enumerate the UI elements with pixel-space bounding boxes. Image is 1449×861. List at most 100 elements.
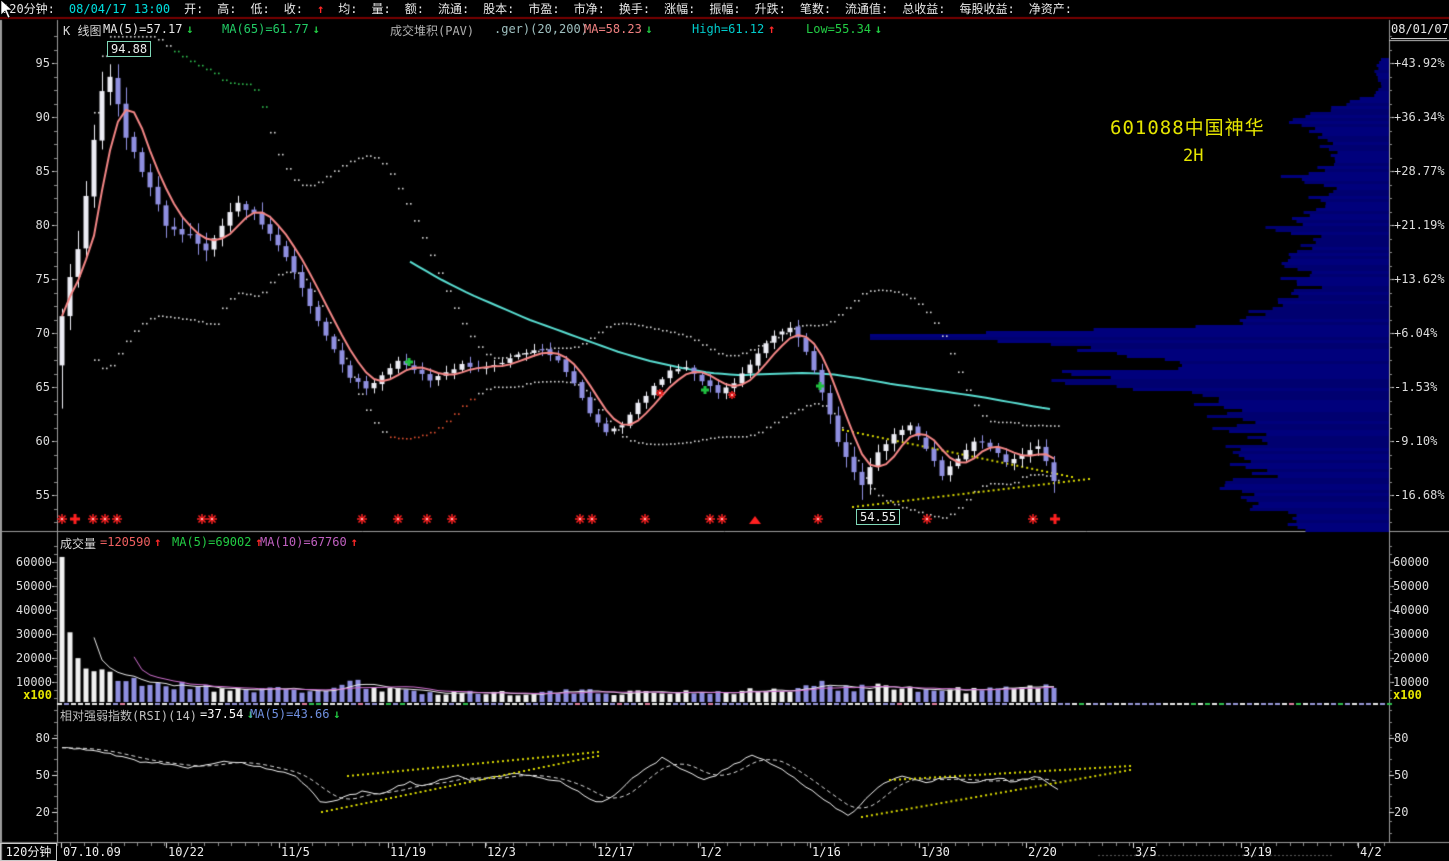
topbar-field: 低: [251, 0, 270, 17]
topbar-field: 涨幅: [664, 0, 695, 17]
price-tick-label: 90 [18, 110, 50, 124]
kline-pane-title: K 线图 [63, 22, 101, 39]
topbar-field: 振幅: [709, 0, 740, 17]
percent-tick-label: -16.68% [1394, 488, 1445, 502]
date-tick-label: 1/30 [921, 845, 950, 859]
date-tick-label: 1/16 [812, 845, 841, 859]
price-tick-label: 80 [18, 218, 50, 232]
percent-tick-label: +36.34% [1394, 110, 1445, 124]
legend-item: MA(10)=67760 [260, 535, 347, 549]
price-tick-label: 55 [18, 488, 50, 502]
legend-item: MA(5)=69002 [172, 535, 251, 549]
rsi-tick-label: 20 [1394, 805, 1408, 819]
legend-item: MA(5)=43.66 [250, 707, 329, 721]
rsi-tick-label: 80 [18, 731, 50, 745]
volume-unit-label: x100 [1393, 688, 1422, 702]
topbar-field: 额: [405, 0, 424, 17]
date-tick-label: 1/2 [700, 845, 722, 859]
volume-tick-label: 40000 [4, 603, 52, 617]
date-tick-label: 07.10.09 [63, 845, 121, 859]
legend-item: =120590 [100, 535, 151, 549]
legend-item: High=61.12 [692, 22, 764, 36]
price-tick-label: 85 [18, 164, 50, 178]
percent-tick-label: +21.19% [1394, 218, 1445, 232]
volume-pane-legend: 成交量=120590↑MA(5)=69002↑MA(10)=67760↑ [0, 535, 1389, 550]
volume-tick-label: 10000 [4, 675, 52, 689]
interval-selector[interactable]: 120分钟 [0, 843, 57, 861]
date-tick-label: 11/5 [281, 845, 310, 859]
down-arrow-icon: ↓ [313, 22, 320, 36]
topbar-field: 市净: [574, 0, 605, 17]
rsi-tick-label: 20 [18, 805, 50, 819]
topbar-field: 股本: [483, 0, 514, 17]
topbar-field: 市盈: [528, 0, 559, 17]
up-arrow-icon: ↑ [768, 22, 775, 36]
legend-item: 相对强弱指数(RSI)(14) [60, 707, 197, 724]
legend-item: .ger)(20,200) [494, 22, 588, 36]
top-info-bar: 120分钟: 08/04/17 13:00 开:高:低:收:↑均:量:额:流通:… [0, 0, 1449, 17]
price-tick-label: 75 [18, 272, 50, 286]
down-arrow-icon: ↓ [186, 22, 193, 36]
volume-tick-label: 50000 [1393, 579, 1429, 593]
legend-item: 成交量 [60, 535, 96, 552]
legend-item: MA=58.23 [584, 22, 642, 36]
volume-tick-label: 40000 [1393, 603, 1429, 617]
price-tick-label: 70 [18, 326, 50, 340]
topbar-field: 流通值: [845, 0, 888, 17]
down-arrow-icon: ↓ [875, 22, 882, 36]
topbar-field: 总收益: [902, 0, 945, 17]
legend-item: 成交堆积(PAV) [390, 22, 474, 39]
close-up-arrow-icon: ↑ [317, 2, 324, 16]
date-tick-label: 2/20 [1028, 845, 1057, 859]
legend-item: MA(5)=57.17 [103, 22, 182, 36]
percent-tick-label: +28.77% [1394, 164, 1445, 178]
topbar-field: 净资产: [1029, 0, 1072, 17]
volume-tick-label: 20000 [1393, 651, 1429, 665]
interval-watermark: 2H [1183, 146, 1203, 166]
date-tick-label: 4/2 [1360, 845, 1382, 859]
low-price-annotation: 54.55 [856, 509, 900, 525]
date-tick-label: 12/3 [487, 845, 516, 859]
legend-item: Low=55.34 [806, 22, 871, 36]
volume-tick-label: 30000 [1393, 627, 1429, 641]
percent-tick-label: -9.10% [1394, 434, 1437, 448]
rsi-tick-label: 50 [1394, 768, 1408, 782]
topbar-field: 每股收益: [960, 0, 1015, 17]
topbar-field: 开: [184, 0, 203, 17]
price-tick-label: 65 [18, 380, 50, 394]
date-tick-label: 12/17 [597, 845, 633, 859]
topbar-field: 笔数: [800, 0, 831, 17]
topbar-field: 升跌: [755, 0, 786, 17]
percent-tick-label: +6.04% [1394, 326, 1437, 340]
volume-unit-label: x100 [4, 688, 52, 702]
main-pane-legend: K 线图 MA(5)=57.17 ↓ MA(65)=61.77 ↓ 成交堆积(PAV).… [0, 22, 1389, 37]
volume-tick-label: 20000 [4, 651, 52, 665]
topbar-field: 高: [217, 0, 236, 17]
symbol-watermark: 601088中国神华 [1110, 113, 1265, 140]
topbar-field: 流通: [438, 0, 469, 17]
legend-item: =37.54 [200, 707, 243, 721]
topbar-field: 收: [284, 0, 303, 17]
date-tick-label: 10/22 [168, 845, 204, 859]
legend-item: MA(65)=61.77 [222, 22, 309, 36]
volume-tick-label: 60000 [1393, 555, 1429, 569]
date-tick-label: 11/19 [390, 845, 426, 859]
price-tick-label: 95 [18, 56, 50, 70]
up-arrow-icon: ↑ [351, 535, 358, 549]
percent-tick-label: -1.53% [1394, 380, 1437, 394]
cursor-icon [0, 0, 18, 20]
up-arrow-icon: ↑ [154, 535, 161, 549]
date-tick-label: 3/5 [1135, 845, 1157, 859]
down-arrow-icon: ↓ [333, 707, 340, 721]
volume-tick-label: 10000 [1393, 675, 1429, 689]
right-axis-date: 08/01/07 [1391, 22, 1447, 39]
volume-tick-label: 60000 [4, 555, 52, 569]
topbar-field: 换手: [619, 0, 650, 17]
rsi-pane-legend: 相对强弱指数(RSI)(14)=37.54↓MA(5)=43.66↓ [0, 707, 1389, 722]
percent-tick-label: +13.62% [1394, 272, 1445, 286]
topbar-field: 量: [371, 0, 390, 17]
rsi-tick-label: 50 [18, 768, 50, 782]
percent-tick-label: +43.92% [1394, 56, 1445, 70]
topbar-field: 均: [338, 0, 357, 17]
high-price-annotation: 94.88 [107, 41, 151, 57]
